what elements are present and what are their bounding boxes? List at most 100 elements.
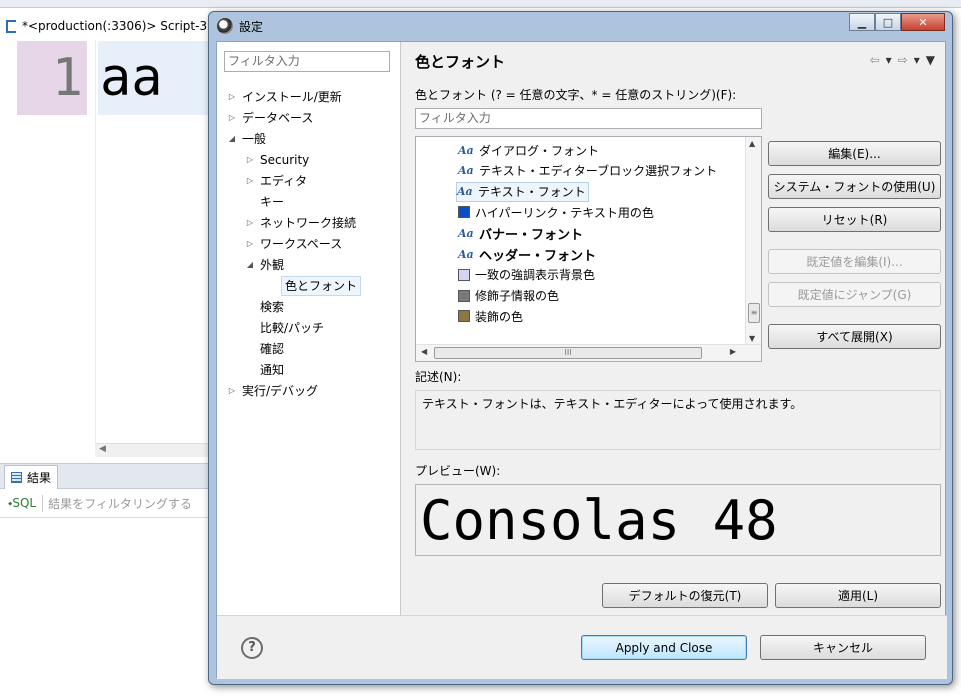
font-icon: Aa (458, 143, 474, 157)
dialog-title: 設定 (239, 19, 264, 34)
vertical-scrollbar[interactable]: ▲ ≡ ▼ (745, 137, 761, 345)
tree-item-network[interactable]: ▷ ネットワーク接続 (243, 213, 359, 233)
forward-arrow-icon[interactable]: ⇨ (898, 53, 908, 67)
expand-arrow-icon[interactable]: ▷ (243, 213, 257, 233)
window-controls: ▁ □ ✕ (849, 13, 945, 31)
tree-item-label: ワークスペース (260, 237, 343, 251)
cf-list-item[interactable]: 装飾の色 (458, 306, 523, 326)
restore-defaults-button[interactable]: デフォルトの復元(T) (602, 583, 768, 608)
cancel-button[interactable]: キャンセル (760, 635, 926, 660)
cf-item-label: 一致の強調表示背景色 (475, 268, 596, 283)
dialog-titlebar[interactable]: 設定 (209, 12, 952, 40)
preview-label: プレビュー(W): (415, 464, 501, 478)
close-button[interactable]: ✕ (901, 13, 945, 31)
color-swatch-icon (458, 206, 470, 219)
vertical-scroll-thumb[interactable]: ≡ (748, 303, 760, 323)
help-icon[interactable]: ? (241, 637, 263, 659)
cf-item-label: ハイパーリンク・テキスト用の色 (475, 205, 654, 220)
results-filter-input[interactable]: 結果をフィルタリングする (42, 495, 192, 512)
colors-fonts-tree: Aa ダイアログ・フォント Aa テキスト・エディターブロック選択フォント Aa テキスト… (415, 136, 762, 362)
scroll-right-icon[interactable]: ▶ (730, 347, 736, 356)
tree-item-appearance[interactable]: ◢ 外観 (243, 255, 287, 275)
sql-editor[interactable]: 1 aa (0, 40, 215, 455)
view-menu-icon[interactable]: ▼ (926, 53, 935, 67)
cf-list-item[interactable]: Aa ダイアログ・フォント (458, 140, 599, 160)
tree-item-run-debug[interactable]: ▷ 実行/デバッグ (225, 381, 321, 401)
cf-list-item[interactable]: Aa テキスト・フォント (456, 181, 589, 202)
apply-and-close-button[interactable]: Apply and Close (581, 635, 747, 660)
edit-button[interactable]: 編集(E)... (768, 141, 941, 166)
cf-list-item[interactable]: Aa ヘッダー・フォント (458, 244, 596, 264)
cf-item-label: テキスト・フォント (478, 185, 586, 200)
minimize-button[interactable]: ▁ (849, 13, 875, 31)
preferences-dialog: 設定 ▁ □ ✕ フィルタ入力 ▷ インストール/更新 ▷ データベース ◢ 一般 ▷ Sec… (208, 11, 953, 685)
expand-arrow-icon[interactable]: ▷ (225, 87, 239, 107)
tree-item-label: 色とフォント (281, 276, 362, 296)
cf-list-item[interactable]: 修飾子情報の色 (458, 286, 559, 306)
tree-item-install-update[interactable]: ▷ インストール/更新 (225, 87, 345, 107)
cf-list-item[interactable]: 一致の強調表示背景色 (458, 265, 595, 285)
cf-item-label: ヘッダー・フォント (479, 248, 597, 264)
editor-line[interactable]: aa (98, 41, 215, 115)
page-title: 色とフォント (415, 53, 506, 71)
editor-tab-title: *<production(:3306)> Script-3 (22, 19, 208, 33)
collapse-arrow-icon[interactable]: ◢ (243, 255, 257, 275)
horizontal-scroll-thumb[interactable]: III (434, 347, 702, 359)
apply-button[interactable]: 適用(L) (775, 583, 941, 608)
tree-item-label: 一般 (242, 132, 267, 146)
dialog-client: フィルタ入力 ▷ インストール/更新 ▷ データベース ◢ 一般 ▷ Security ▷ エディ… (216, 41, 947, 679)
tree-item-general[interactable]: ◢ 一般 (225, 129, 269, 149)
font-icon: Aa (457, 185, 473, 199)
use-system-font-button[interactable]: システム・フォントの使用(U) (768, 174, 941, 199)
cf-list-item[interactable]: ハイパーリンク・テキスト用の色 (458, 202, 654, 222)
cf-item-label: テキスト・エディターブロック選択フォント (479, 164, 718, 179)
back-history-dropdown-icon[interactable]: ▾ (886, 53, 892, 67)
edit-default-button[interactable]: 既定値を編集(I)... (768, 249, 941, 274)
tree-item-editor[interactable]: ▷ エディタ (243, 171, 310, 191)
cf-list-item[interactable]: Aa テキスト・エディターブロック選択フォント (458, 161, 717, 181)
results-filter-row: ⬩SQL 結果をフィルタリングする (0, 490, 215, 518)
editor-hscroll[interactable]: ◀ (95, 443, 215, 457)
tree-item-keys[interactable]: キー (243, 192, 287, 212)
tree-item-workspace[interactable]: ▷ ワークスペース (243, 234, 345, 254)
maximize-button[interactable]: □ (875, 13, 901, 31)
colors-fonts-label: 色とフォント (? = 任意の文字、* = 任意のストリング)(F): (415, 88, 737, 102)
tree-item-label: Security (260, 153, 310, 167)
scroll-down-icon[interactable]: ▼ (749, 334, 755, 343)
expand-arrow-icon[interactable]: ▷ (225, 381, 239, 401)
cf-list-item[interactable]: Aa バナー・フォント (458, 223, 583, 243)
tree-item-colors-fonts[interactable]: 色とフォント (267, 276, 362, 296)
tree-item-database[interactable]: ▷ データベース (225, 108, 316, 128)
dialog-button-bar: ? Apply and Close キャンセル (217, 615, 947, 679)
expand-arrow-icon[interactable]: ▷ (243, 171, 257, 191)
goto-default-button[interactable]: 既定値にジャンプ(G) (768, 282, 941, 307)
results-tab[interactable]: 結果 (4, 465, 59, 489)
forward-history-dropdown-icon[interactable]: ▾ (914, 53, 920, 67)
horizontal-scrollbar[interactable]: ◀ III ▶ (416, 344, 761, 361)
scroll-left-icon[interactable]: ◀ (99, 444, 106, 454)
color-swatch-icon (458, 310, 470, 323)
gutter-divider (95, 40, 96, 455)
tree-item-notifications[interactable]: 通知 (243, 360, 287, 380)
collapse-arrow-icon[interactable]: ◢ (225, 129, 239, 149)
cf-item-label: 装飾の色 (475, 309, 524, 324)
expand-arrow-icon[interactable]: ▷ (225, 108, 239, 128)
expand-all-button[interactable]: すべて展開(X) (768, 324, 941, 349)
scroll-up-icon[interactable]: ▲ (749, 139, 755, 148)
tree-filter-input[interactable]: フィルタ入力 (224, 51, 390, 72)
tree-item-compare-patch[interactable]: 比較/パッチ (243, 318, 327, 338)
tree-item-confirm[interactable]: 確認 (243, 339, 287, 359)
tree-item-security[interactable]: ▷ Security (243, 150, 312, 170)
back-arrow-icon[interactable]: ⇦ (870, 53, 880, 67)
editor-tab[interactable]: *<production(:3306)> Script-3 (0, 14, 215, 38)
reset-button[interactable]: リセット(R) (768, 207, 941, 232)
sql-toggle-button[interactable]: ⬩SQL (8, 496, 36, 511)
tree-item-search[interactable]: 検索 (243, 297, 287, 317)
tree-item-label: インストール/更新 (242, 90, 342, 104)
colors-fonts-filter-input[interactable]: フィルタ入力 (415, 108, 762, 129)
expand-arrow-icon[interactable]: ▷ (243, 150, 257, 170)
tree-item-label: 通知 (260, 363, 285, 377)
expand-arrow-icon[interactable]: ▷ (243, 234, 257, 254)
tree-item-label: 外観 (260, 258, 285, 272)
scroll-left-icon[interactable]: ◀ (421, 347, 427, 356)
